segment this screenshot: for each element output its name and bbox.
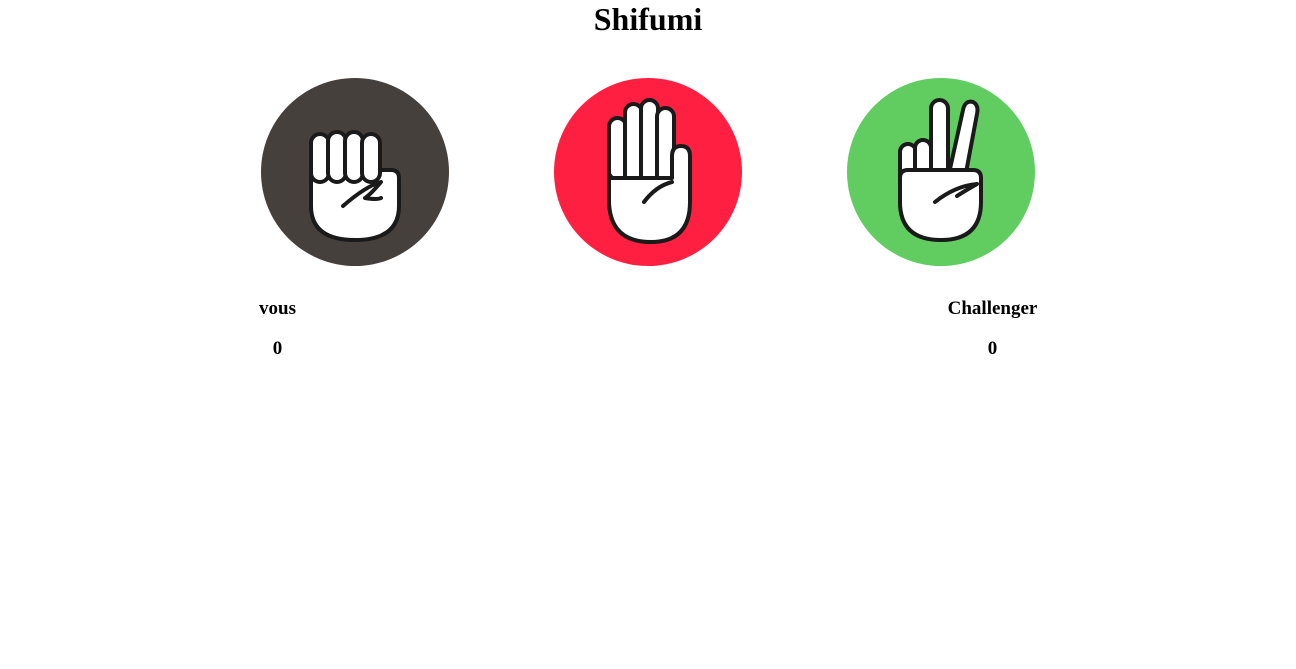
player-label-challenger: Challenger xyxy=(947,298,1038,319)
rock-choice-button[interactable] xyxy=(261,78,449,266)
scissors-choice-button[interactable] xyxy=(847,78,1035,266)
game-page: Shifumi vous 0 Challenger 0 xyxy=(0,0,1296,669)
player-score-challenger: 0 xyxy=(987,338,998,359)
open-hand-icon xyxy=(554,78,742,266)
player-label-you: vous xyxy=(259,298,296,319)
player-score-you: 0 xyxy=(272,338,283,359)
fist-icon xyxy=(261,78,449,266)
page-title: Shifumi xyxy=(593,1,703,37)
paper-choice-button[interactable] xyxy=(554,78,742,266)
victory-hand-icon xyxy=(847,78,1035,266)
